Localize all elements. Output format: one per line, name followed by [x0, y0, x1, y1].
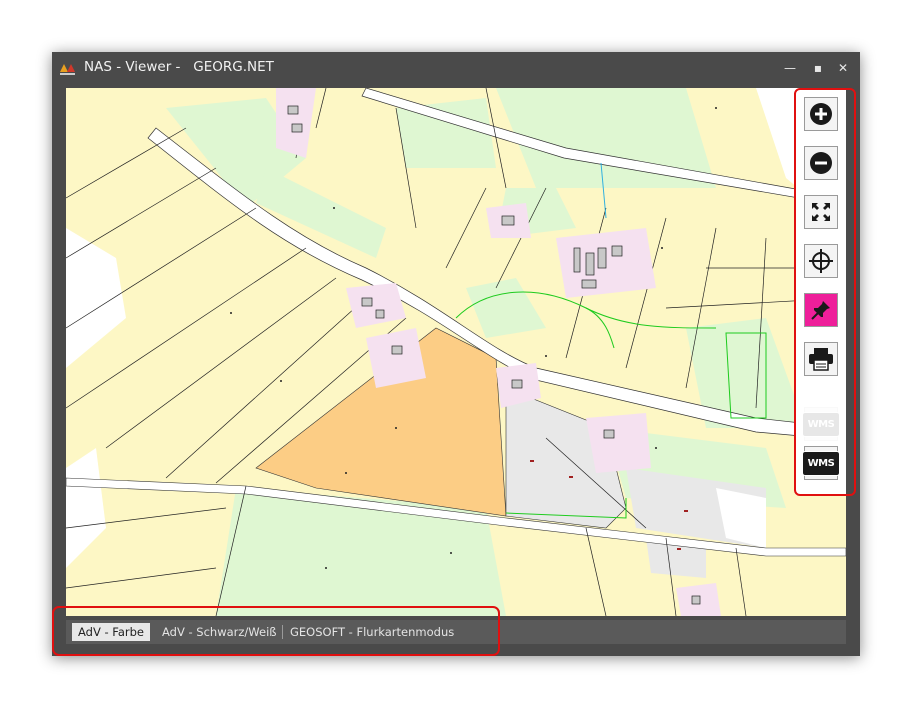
- expand-arrows-icon: [812, 203, 830, 221]
- tab-adv-farbe[interactable]: AdV - Farbe: [72, 623, 151, 641]
- window-title: NAS - Viewer - GEORG.NET: [84, 59, 274, 75]
- plus-circle-icon: [810, 103, 832, 125]
- pushpin-icon: [811, 301, 830, 320]
- wms-disabled-button: WMS: [801, 407, 841, 441]
- title-bar[interactable]: NAS - Viewer - GEORG.NET — ▪ ✕: [52, 52, 860, 84]
- print-button[interactable]: [804, 342, 838, 376]
- tab-adv-schwarz-weiss[interactable]: AdV - Schwarz/Weiß: [156, 623, 283, 641]
- minimize-button[interactable]: —: [778, 58, 802, 78]
- wms-button[interactable]: WMS: [801, 446, 841, 480]
- zoom-out-button[interactable]: [804, 146, 838, 180]
- cadastral-map[interactable]: [66, 88, 846, 616]
- pin-button[interactable]: [804, 293, 838, 327]
- wms-disabled-label: WMS: [801, 411, 841, 437]
- wms-label: WMS: [801, 450, 841, 476]
- map-toolbar: WMS WMS: [796, 89, 846, 495]
- app-logo-icon: [60, 64, 75, 75]
- zoom-in-button[interactable]: [804, 97, 838, 131]
- style-tab-bar: AdV - Farbe AdV - Schwarz/Weiß GEOSOFT -…: [66, 620, 846, 644]
- nas-viewer-window: NAS - Viewer - GEORG.NET — ▪ ✕ WMS WMS A…: [52, 52, 860, 656]
- tab-geosoft-flurkartenmodus[interactable]: GEOSOFT - Flurkartenmodus: [284, 623, 460, 641]
- tab-separator: [282, 625, 283, 639]
- zoom-extent-button[interactable]: [804, 195, 838, 229]
- printer-icon: [809, 348, 833, 371]
- close-button[interactable]: ✕: [831, 58, 855, 78]
- center-map-button[interactable]: [804, 244, 838, 278]
- minus-circle-icon: [810, 152, 832, 174]
- crosshair-icon: [809, 249, 833, 273]
- map-canvas[interactable]: [66, 88, 846, 616]
- maximize-button[interactable]: ▪: [806, 58, 830, 78]
